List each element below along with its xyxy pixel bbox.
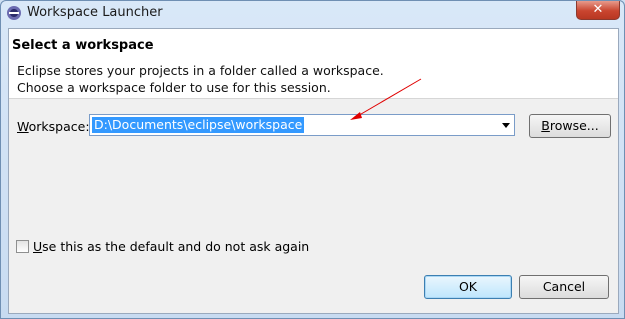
annotation-arrow-head [350, 112, 362, 120]
workspace-launcher-window: Workspace Launcher ✕ Select a workspace … [0, 0, 625, 319]
annotation-arrow-line [355, 78, 422, 118]
annotation-arrow [350, 78, 422, 120]
